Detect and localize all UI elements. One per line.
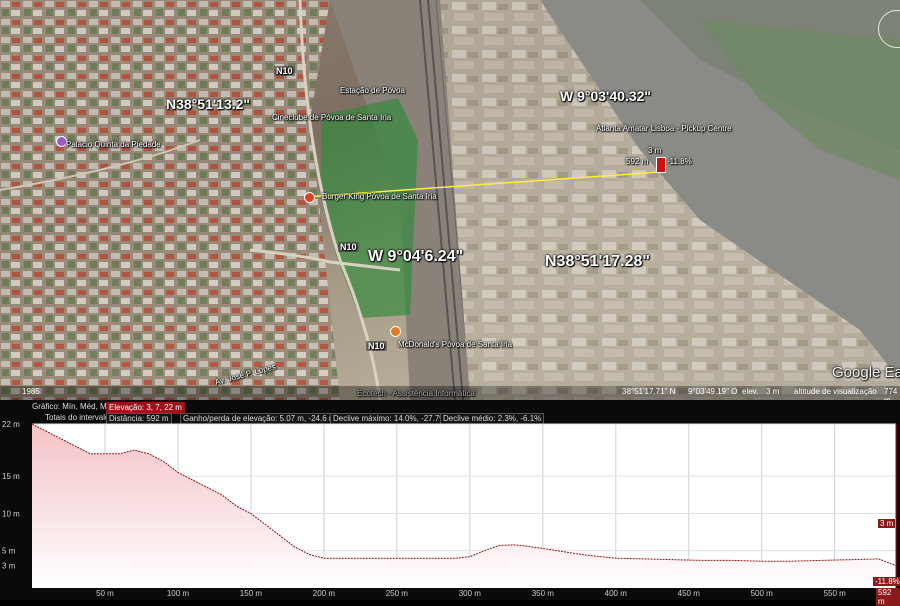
elevation-profile-panel: Gráfico: Mín, Méd, Máx Elevação: 3, 7, 2…	[0, 400, 900, 606]
x-tick-label: 250 m	[386, 589, 409, 598]
earth-map-view[interactable]: N38°51'13.2" W 9°03'40.32" W 9°04'6.24" …	[0, 0, 900, 400]
status-eye-value: 774 m	[884, 387, 898, 400]
x-tick-label: 100 m	[167, 589, 190, 598]
google-earth-watermark: Google Earth	[832, 364, 900, 381]
road-badge-n10: N10	[338, 242, 359, 252]
status-elev-label: elev.	[742, 387, 759, 396]
y-tick-label: 5 m	[2, 547, 16, 556]
y-tick-label: 3 m	[2, 562, 16, 571]
x-tick-label: 50 m	[96, 589, 114, 598]
restaurant-pin-icon[interactable]	[390, 326, 401, 337]
marker-distance-label: 592 m	[626, 157, 649, 166]
x-tick-label: 300 m	[459, 589, 482, 598]
marker-slope-label: -11.8%	[667, 157, 692, 166]
x-tick-label: 150 m	[240, 589, 263, 598]
cursor-slope-badge: -11.8%	[873, 577, 900, 586]
imagery-year: 1985	[22, 387, 40, 396]
elevation-chart[interactable]: 50 m 100 m 150 m 200 m 250 m 300 m 350 m 400 m 4…	[0, 400, 900, 600]
status-bar: 1985 38°51'17.71" N 9°03'49.19" O elev. …	[0, 386, 900, 400]
marker-elevation-label: 3 m	[648, 146, 662, 155]
status-eye-label: altitude de visualização	[794, 387, 877, 396]
x-tick-label: 550 m	[824, 589, 847, 598]
status-elev-value: 3 m	[766, 387, 780, 396]
y-tick-label: 15 m	[2, 472, 20, 481]
cursor-elevation-badge: 3 m	[878, 519, 896, 528]
y-tick-label: 22 m	[2, 420, 20, 429]
x-tick-label: 500 m	[751, 589, 774, 598]
place-label-estacao[interactable]: Estação de Póvoa	[340, 86, 405, 95]
road-badge-n10: N10	[366, 341, 387, 351]
status-longitude: 9°03'49.19" O	[688, 387, 738, 396]
place-label-agency[interactable]: Atlanta Amatar Lisboa - Pickup Centre	[596, 124, 732, 133]
place-label-palacio[interactable]: Palácio Quinta da Piedade	[66, 140, 161, 149]
coordinate-label-w-area: W 9°04'6.24"	[368, 248, 464, 265]
cursor-distance-badge: 592 m	[876, 588, 900, 606]
status-latitude: 38°51'17.71" N	[622, 387, 676, 396]
x-tick-label: 200 m	[313, 589, 336, 598]
y-tick-label: 10 m	[2, 509, 20, 518]
restaurant-pin-icon[interactable]	[304, 192, 315, 203]
road-badge-n10: N10	[274, 66, 295, 76]
place-label-mcdonalds[interactable]: McDonald's Póvoa de Santa Iria	[398, 340, 512, 349]
place-label-cineclube[interactable]: Cineclube de Póvoa de Santa Iria	[272, 113, 391, 122]
coordinate-label-n-top: N38°51'13.2"	[166, 96, 251, 112]
x-tick-label: 350 m	[532, 589, 555, 598]
x-tick-label: 400 m	[605, 589, 628, 598]
x-tick-label: 450 m	[678, 589, 701, 598]
coordinate-label-w-top: W 9°03'40.32"	[560, 88, 652, 104]
coordinate-label-n-area: N38°51'17.28"	[545, 253, 650, 270]
position-marker-icon[interactable]	[656, 157, 666, 173]
place-label-burger-king[interactable]: Burger King Póvoa de Santa Iria	[322, 192, 437, 201]
